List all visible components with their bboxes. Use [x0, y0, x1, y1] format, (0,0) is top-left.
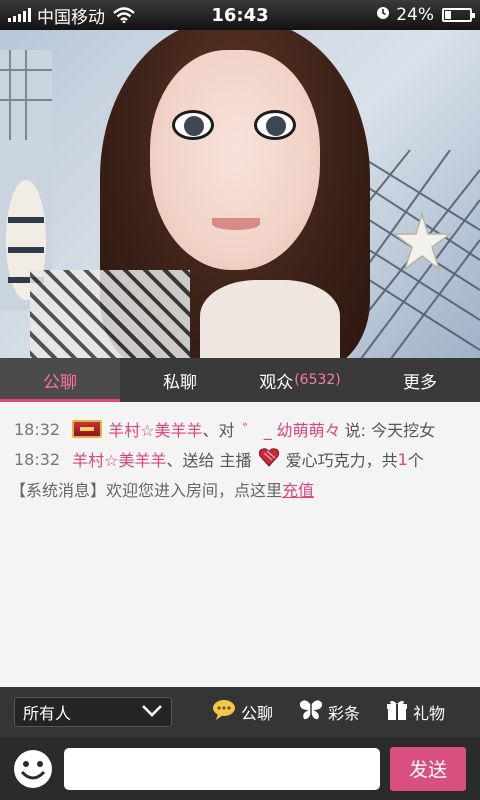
lips: [212, 218, 260, 230]
gift-unit: 个: [407, 451, 424, 470]
tab-label: 公聊: [43, 372, 77, 393]
chat-message: 18:32 羊村☆美羊羊 、送给 主播 爱心巧克力，共 1 个: [0, 444, 480, 474]
chat-toolbar: 所有人 公聊 彩条 礼物: [0, 687, 480, 737]
message-time: 18:32: [14, 449, 61, 469]
sender-name[interactable]: 羊村☆美羊羊: [72, 447, 166, 471]
chat-message-list[interactable]: 18:32 羊村☆美羊羊 、对 ゛ _ 幼萌萌々 说: 今天挖女 18:32 羊…: [0, 402, 480, 687]
tab-private-chat[interactable]: 私聊: [120, 358, 240, 402]
left-eye: [172, 110, 214, 140]
butterfly-icon: [299, 699, 323, 725]
gift-button[interactable]: 礼物: [386, 699, 445, 725]
tab-audience[interactable]: 观众 (6532): [240, 358, 360, 402]
public-chat-label: 公聊: [241, 704, 274, 723]
gift-label: 礼物: [413, 704, 446, 723]
gift-name: 爱心巧克力，共: [285, 451, 398, 470]
tab-label: 观众: [259, 372, 294, 393]
emoji-smiley-icon[interactable]: [12, 748, 54, 790]
audience-count: (6532): [294, 372, 341, 388]
person-shoulders: [200, 280, 340, 358]
chat-tab-bar: 公聊 私聊 观众 (6532) 更多: [0, 358, 480, 402]
sender-name[interactable]: 羊村☆美羊羊: [108, 417, 202, 441]
message-time: 18:32: [14, 419, 61, 439]
person-face: [150, 50, 320, 270]
system-message-text: 【系统消息】欢迎您进入房间，点这里: [10, 481, 283, 500]
starfish-icon: [392, 212, 452, 272]
wifi-icon: [113, 7, 135, 23]
battery-percent: 24%: [396, 5, 434, 25]
recipient-select-value: 所有人: [23, 704, 72, 723]
ribbon-label: 彩条: [328, 704, 361, 723]
tab-label: 更多: [403, 372, 437, 393]
recipient-name[interactable]: ゛ _ 幼萌萌々: [242, 417, 340, 441]
message-action: 、送给 主播: [166, 451, 252, 470]
battery-icon: [442, 8, 475, 22]
tab-public-chat[interactable]: 公聊: [0, 358, 120, 402]
speech-bubble-icon: [212, 699, 236, 725]
user-rank-badge-icon: [72, 420, 103, 438]
battery-fill: [445, 11, 452, 19]
tab-more[interactable]: 更多: [360, 358, 480, 402]
signal-strength-icon: [8, 8, 31, 22]
chevron-down-icon: [141, 703, 163, 722]
public-chat-button[interactable]: 公聊: [212, 699, 273, 725]
checkered-shirt: [30, 270, 190, 358]
recipient-select[interactable]: 所有人: [14, 697, 172, 727]
alarm-clock-icon: [376, 5, 390, 25]
live-video-view[interactable]: [0, 30, 480, 358]
carrier-name: 中国移动: [37, 7, 105, 28]
right-eye: [254, 110, 296, 140]
gift-quantity: 1: [397, 449, 408, 469]
ribbon-button[interactable]: 彩条: [299, 699, 360, 725]
message-text: 说: 今天挖女: [344, 421, 436, 440]
system-message: 【系统消息】欢迎您进入房间，点这里 充值: [0, 474, 480, 504]
status-bar: 中国移动 16:43 24%: [0, 0, 480, 30]
chat-message: 18:32 羊村☆美羊羊 、对 ゛ _ 幼萌萌々 说: 今天挖女: [0, 414, 480, 444]
chat-message-input[interactable]: [64, 747, 380, 790]
message-connector: 、对: [202, 421, 235, 440]
message-input-bar: 发送: [0, 737, 480, 800]
tab-label: 私聊: [163, 372, 197, 393]
recharge-link[interactable]: 充值: [282, 477, 314, 501]
send-button[interactable]: 发送: [390, 746, 466, 791]
chocolate-heart-gift-icon: [258, 446, 280, 472]
gift-box-icon: [386, 699, 408, 725]
